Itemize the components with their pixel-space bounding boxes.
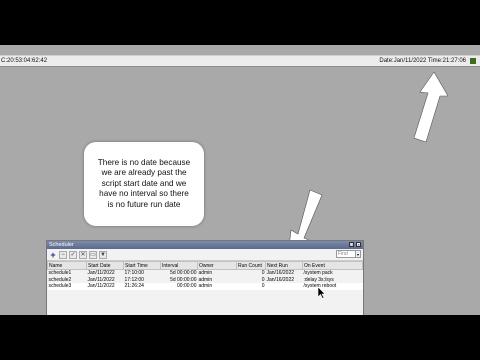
col-start-time[interactable]: Start Time bbox=[123, 261, 161, 270]
comment-button[interactable]: ▭ bbox=[89, 250, 97, 259]
cell-owner: admin bbox=[197, 283, 237, 290]
col-run-count[interactable]: Run Count bbox=[236, 261, 266, 270]
mac-address-label: C:20:53:04:62:42 bbox=[1, 58, 48, 64]
cell-next-run bbox=[265, 283, 303, 290]
annotation-bubble: There is no date because we are already … bbox=[84, 142, 204, 226]
maximize-button[interactable]: □ bbox=[349, 242, 354, 247]
filter-button[interactable]: ▼ bbox=[99, 250, 107, 259]
cell-interval: 00:00:00 bbox=[160, 283, 198, 290]
cell-run-count: 0 bbox=[236, 283, 266, 290]
arrow-up-right-icon bbox=[413, 71, 449, 143]
annotation-text: There is no date because we are already … bbox=[97, 157, 191, 209]
date-time-label: Date:Jan/11/2022 Time:21:27:06 bbox=[379, 58, 466, 64]
mouse-cursor-icon bbox=[318, 287, 326, 299]
scheduler-table: Name Start Date Start Time Interval Owne… bbox=[47, 261, 363, 290]
table-row[interactable]: schedule2 Jan/11/2022 17:12:00 5d 00:00:… bbox=[48, 277, 363, 284]
cell-start-date: Jan/11/2022 bbox=[86, 283, 124, 290]
enable-button[interactable]: ✓ bbox=[69, 250, 77, 259]
window-title: Scheduler bbox=[49, 242, 74, 248]
scheduler-window[interactable]: Scheduler □ × + − ✓ ✕ ▭ ▼ Find ▾ Name St… bbox=[46, 240, 364, 315]
table-header: Name Start Date Start Time Interval Owne… bbox=[47, 261, 363, 270]
col-name[interactable]: Name bbox=[47, 261, 87, 270]
col-on-event[interactable]: On Event bbox=[302, 261, 363, 270]
window-titlebar[interactable]: Scheduler □ × bbox=[47, 241, 363, 249]
table-row[interactable]: schedule1 Jan/11/2022 17:10:00 5d 00:00:… bbox=[48, 270, 363, 277]
col-next-run[interactable]: Next Run bbox=[265, 261, 303, 270]
toolbar: + − ✓ ✕ ▭ ▼ Find ▾ bbox=[47, 249, 363, 261]
cell-start-time: 21:26:24 bbox=[123, 283, 161, 290]
table-row[interactable]: schedule3 Jan/11/2022 21:26:24 00:00:00 … bbox=[47, 283, 363, 290]
add-button[interactable]: + bbox=[49, 250, 57, 259]
cell-interval: 5d 00:00:00 bbox=[170, 270, 197, 277]
status-bar: C:20:53:04:62:42 Date:Jan/11/2022 Time:2… bbox=[0, 55, 480, 67]
disable-button[interactable]: ✕ bbox=[79, 250, 87, 259]
col-owner[interactable]: Owner bbox=[197, 261, 237, 270]
cell-run-count: 0 bbox=[261, 270, 265, 277]
cell-on-event: /system pack bbox=[303, 270, 333, 277]
find-dropdown[interactable]: ▾ bbox=[355, 250, 361, 258]
status-indicator bbox=[470, 58, 476, 64]
close-button[interactable]: × bbox=[356, 242, 361, 247]
cell-name: schedule1 bbox=[48, 270, 72, 277]
winbox-desktop: C:20:53:04:62:42 Date:Jan/11/2022 Time:2… bbox=[0, 45, 480, 315]
col-start-date[interactable]: Start Date bbox=[86, 261, 124, 270]
remove-button[interactable]: − bbox=[59, 250, 67, 259]
cell-owner: admin bbox=[198, 270, 213, 277]
cell-on-event: /system reboot bbox=[302, 283, 363, 290]
cell-next-run: Jan/16/2022 bbox=[266, 270, 295, 277]
col-interval[interactable]: Interval bbox=[160, 261, 198, 270]
cell-name: schedule3 bbox=[47, 283, 87, 290]
cell-start-date: Jan/11/2022 bbox=[87, 270, 115, 277]
cell-start-time: 17:10:00 bbox=[124, 270, 144, 277]
